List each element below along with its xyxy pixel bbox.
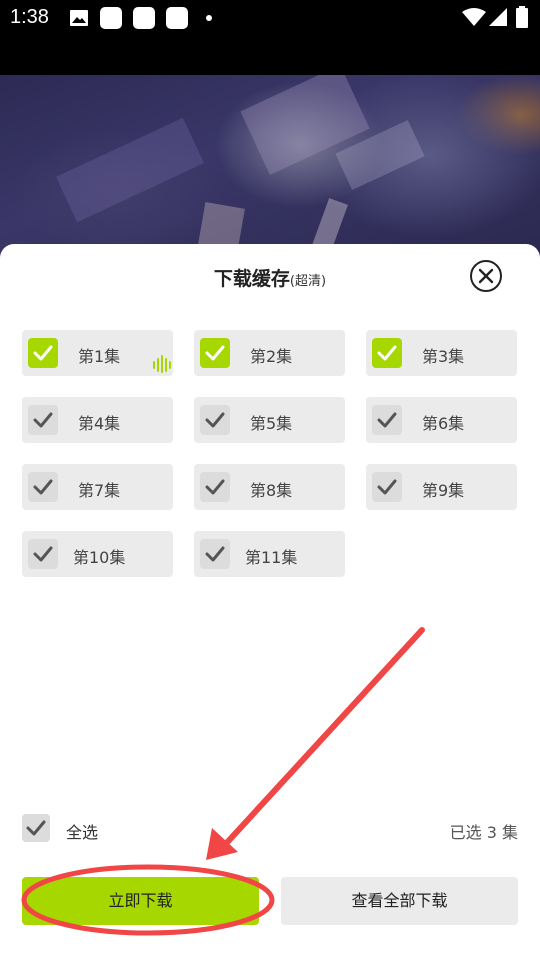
- check-icon: [26, 820, 46, 836]
- episode-checkbox[interactable]: [372, 472, 402, 502]
- download-sheet: 下载缓存(超清) 第1集 第2集 第3集第4集 第5集 第6集第7集 第8集 第9集第10集…: [0, 244, 540, 960]
- episode-checkbox[interactable]: [200, 405, 230, 435]
- episode-item[interactable]: 第9集: [366, 464, 517, 510]
- image-icon: [70, 10, 88, 26]
- check-icon: [33, 345, 53, 361]
- episode-checkbox[interactable]: [28, 472, 58, 502]
- view-all-downloads-button[interactable]: 查看全部下载: [281, 877, 518, 925]
- select-all-label[interactable]: 全选: [66, 819, 98, 843]
- close-icon: [478, 268, 494, 284]
- battery-icon: [516, 6, 528, 28]
- episode-label: 第2集: [250, 347, 293, 366]
- episode-label: 第9集: [422, 481, 465, 500]
- check-icon: [33, 479, 53, 495]
- episode-item[interactable]: 第5集: [194, 397, 345, 443]
- app-icon: [100, 7, 122, 29]
- episode-checkbox[interactable]: [28, 405, 58, 435]
- close-button[interactable]: [470, 260, 502, 292]
- episode-item[interactable]: 第10集: [22, 531, 173, 577]
- episode-label: 第5集: [250, 414, 293, 433]
- episode-item[interactable]: 第11集: [194, 531, 345, 577]
- sheet-title: 下载缓存(超清): [0, 264, 540, 291]
- episode-label: 第4集: [78, 414, 121, 433]
- episode-label: 第8集: [250, 481, 293, 500]
- video-player[interactable]: [0, 75, 540, 260]
- episode-label: 第11集: [245, 548, 298, 567]
- episode-checkbox[interactable]: [28, 338, 58, 368]
- episode-item[interactable]: 第3集: [366, 330, 517, 376]
- episode-checkbox[interactable]: [200, 472, 230, 502]
- episode-item[interactable]: 第4集: [22, 397, 173, 443]
- check-icon: [377, 345, 397, 361]
- check-icon: [33, 546, 53, 562]
- episode-label: 第7集: [78, 481, 121, 500]
- episode-label: 第6集: [422, 414, 465, 433]
- episode-checkbox[interactable]: [200, 338, 230, 368]
- quality-label[interactable]: (超清): [290, 274, 326, 289]
- episode-label: 第3集: [422, 347, 465, 366]
- episode-item[interactable]: 第1集: [22, 330, 173, 376]
- episode-item[interactable]: 第2集: [194, 330, 345, 376]
- app-icon: [166, 7, 188, 29]
- download-now-button[interactable]: 立即下载: [22, 877, 259, 925]
- episode-checkbox[interactable]: [28, 539, 58, 569]
- status-time: 1:38: [10, 6, 49, 28]
- episode-label: 第10集: [73, 548, 126, 567]
- episode-item[interactable]: 第7集: [22, 464, 173, 510]
- check-icon: [205, 412, 225, 428]
- playing-icon: [152, 355, 172, 377]
- check-icon: [205, 479, 225, 495]
- check-icon: [205, 546, 225, 562]
- check-icon: [377, 412, 397, 428]
- status-bar: 1:38: [0, 0, 540, 36]
- episode-label: 第1集: [78, 347, 121, 366]
- dot-icon: [206, 15, 212, 21]
- selected-count: 已选 3 集: [449, 823, 518, 842]
- select-all-checkbox[interactable]: [22, 814, 50, 842]
- wifi-icon: [462, 8, 486, 26]
- app-icon: [133, 7, 155, 29]
- check-icon: [33, 412, 53, 428]
- episode-item[interactable]: 第8集: [194, 464, 345, 510]
- sheet-title-text: 下载缓存: [213, 268, 290, 290]
- check-icon: [377, 479, 397, 495]
- episode-checkbox[interactable]: [372, 338, 402, 368]
- check-icon: [205, 345, 225, 361]
- episode-checkbox[interactable]: [372, 405, 402, 435]
- episode-checkbox[interactable]: [200, 539, 230, 569]
- episode-item[interactable]: 第6集: [366, 397, 517, 443]
- signal-icon: [489, 8, 507, 26]
